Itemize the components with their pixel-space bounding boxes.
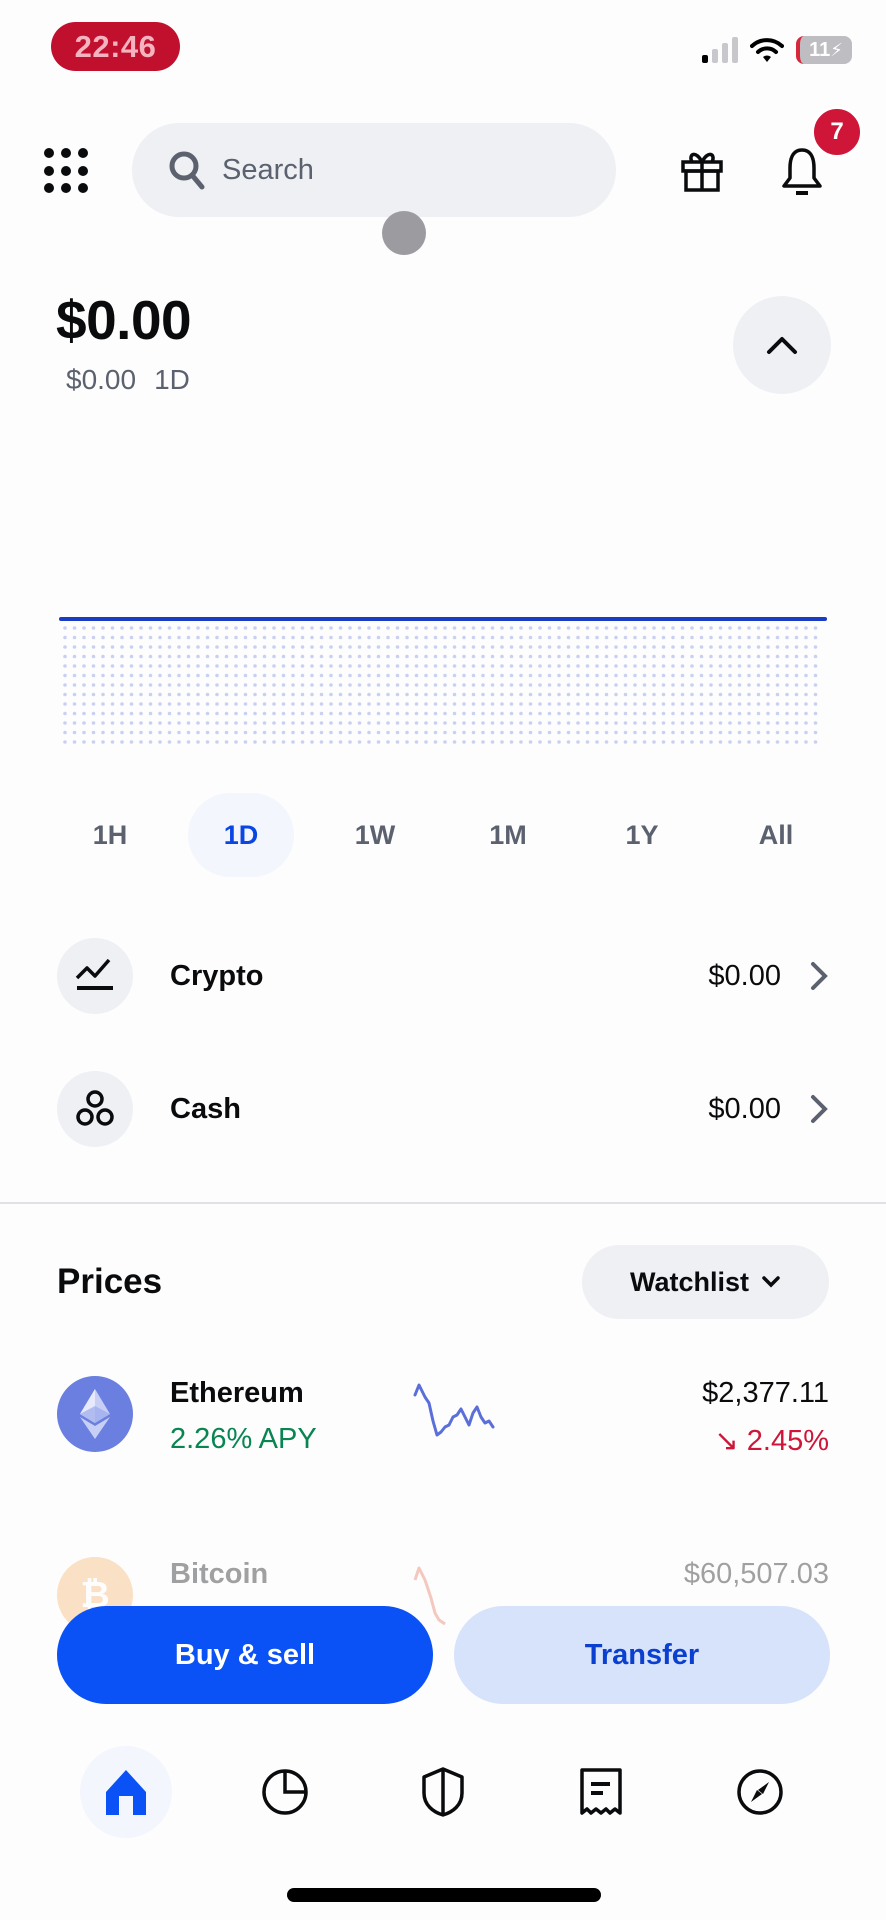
- gift-icon[interactable]: [680, 148, 724, 192]
- asset-value: $0.00: [708, 1092, 781, 1125]
- battery-level: 11: [809, 38, 831, 61]
- search-placeholder: Search: [222, 153, 314, 186]
- tab-label: All: [758, 819, 794, 850]
- timeframe-tabs: 1H 1D 1W 1M 1Y All: [57, 793, 829, 877]
- ethereum-logo-icon: [57, 1376, 133, 1452]
- status-time: 22:46: [51, 22, 180, 71]
- tab-all[interactable]: All: [723, 793, 829, 877]
- wifi-icon: [750, 38, 784, 62]
- transfer-label: Transfer: [584, 1638, 700, 1671]
- battery-icon: 11 ⚡: [796, 36, 852, 64]
- tab-label: 1Y: [625, 819, 659, 850]
- arrow-down-right-icon: ↘: [714, 1425, 747, 1457]
- tab-1d[interactable]: 1D: [188, 793, 294, 877]
- home-icon: [106, 1770, 146, 1815]
- ethereum-sparkline: [413, 1383, 495, 1437]
- buy-sell-button[interactable]: Buy & sell: [57, 1606, 433, 1704]
- asset-label: Crypto: [170, 959, 264, 992]
- chart-line-icon: [75, 958, 113, 990]
- asset-row-crypto[interactable]: Crypto $0.00: [57, 930, 829, 1022]
- time-label: 22:46: [74, 28, 157, 64]
- prices-heading: Prices: [57, 1262, 163, 1301]
- nav-home[interactable]: [80, 1746, 172, 1838]
- chart-fill-dots: [63, 626, 818, 744]
- tab-1y[interactable]: 1Y: [589, 793, 695, 877]
- balance-change: $0.00 1D: [66, 364, 190, 396]
- coin-change-value: 2.45%: [746, 1425, 829, 1457]
- tab-1w[interactable]: 1W: [322, 793, 428, 877]
- coin-name: Ethereum: [170, 1377, 304, 1409]
- notification-count: 7: [830, 118, 844, 145]
- notification-badge: 7: [811, 106, 863, 158]
- balance-chart[interactable]: [59, 612, 827, 752]
- cellular-signal-icon: [702, 37, 738, 63]
- compass-icon: [737, 1769, 783, 1815]
- coins-icon: [76, 1090, 114, 1126]
- notifications-bell-icon[interactable]: [780, 146, 824, 196]
- search-input[interactable]: Search: [132, 123, 616, 217]
- asset-icon-bg: [57, 1071, 133, 1147]
- nav-transactions[interactable]: [555, 1746, 647, 1838]
- asset-icon-bg: [57, 938, 133, 1014]
- asset-row-cash[interactable]: Cash $0.00: [57, 1063, 829, 1155]
- section-divider: [0, 1202, 886, 1204]
- chevron-down-icon: [762, 1276, 780, 1288]
- collapse-chart-button[interactable]: [733, 296, 831, 394]
- coin-price: $60,507.03: [683, 1558, 829, 1590]
- watchlist-label: Watchlist: [629, 1266, 749, 1297]
- chevron-up-icon: [767, 337, 797, 354]
- nav-explore[interactable]: [714, 1746, 806, 1838]
- tab-1h[interactable]: 1H: [57, 793, 163, 877]
- shield-icon: [422, 1767, 464, 1817]
- receipt-icon: [580, 1768, 622, 1815]
- sparkline-path: [413, 1566, 446, 1626]
- coin-change: ↘ 2.45%: [714, 1423, 829, 1458]
- coin-name: Bitcoin: [170, 1558, 269, 1590]
- watchlist-dropdown[interactable]: Watchlist: [582, 1245, 829, 1319]
- tab-label: 1W: [354, 819, 396, 850]
- touch-indicator: [382, 211, 426, 255]
- tab-1m[interactable]: 1M: [455, 793, 561, 877]
- nav-portfolio[interactable]: [239, 1746, 331, 1838]
- search-icon: [169, 151, 205, 190]
- tab-label: 1M: [489, 819, 527, 850]
- buy-sell-label: Buy & sell: [174, 1638, 316, 1671]
- status-icons: 11 ⚡: [702, 36, 852, 64]
- sparkline-path: [413, 1383, 495, 1437]
- chevron-right-icon: [811, 1095, 828, 1123]
- asset-label: Cash: [170, 1092, 241, 1125]
- asset-value: $0.00: [708, 959, 781, 992]
- nav-security[interactable]: [397, 1746, 489, 1838]
- tab-label: 1H: [92, 819, 128, 850]
- coin-apy: 2.26% APY: [170, 1423, 317, 1455]
- coin-price: $2,377.11: [702, 1377, 829, 1409]
- tab-label: 1D: [223, 819, 259, 850]
- home-indicator: [287, 1888, 601, 1902]
- chevron-right-icon: [811, 962, 828, 990]
- balance-change-period: 1D: [154, 364, 190, 395]
- transfer-button[interactable]: Transfer: [454, 1606, 830, 1704]
- coin-row-ethereum[interactable]: Ethereum 2.26% APY $2,377.11 ↘ 2.45%: [57, 1359, 829, 1469]
- balance-change-amount: $0.00: [66, 364, 137, 395]
- apps-grid-icon[interactable]: [44, 148, 90, 194]
- pie-chart-icon: [262, 1769, 308, 1815]
- total-balance: $0.00: [56, 289, 192, 351]
